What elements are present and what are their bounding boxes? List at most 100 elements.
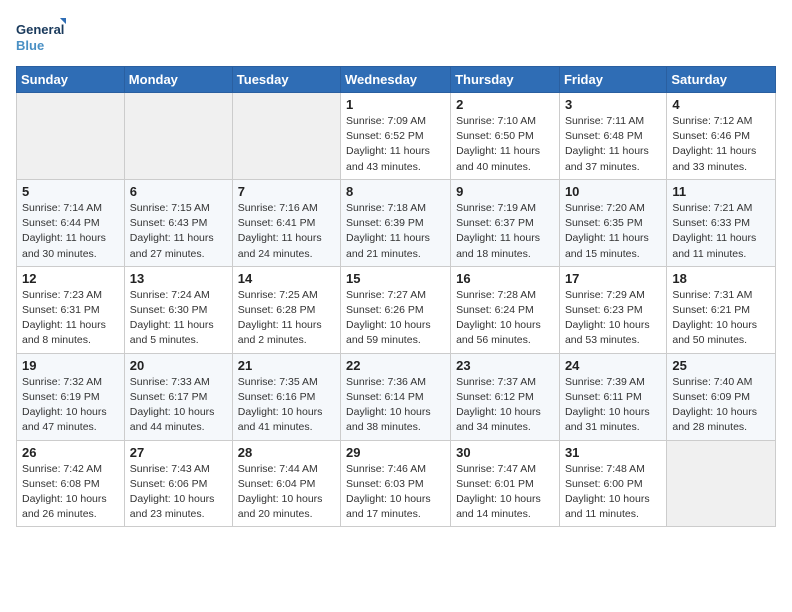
day-info: Sunrise: 7:28 AMSunset: 6:24 PMDaylight:… xyxy=(456,288,554,349)
svg-text:General: General xyxy=(16,22,64,37)
day-info: Sunrise: 7:27 AMSunset: 6:26 PMDaylight:… xyxy=(346,288,445,349)
logo: General Blue xyxy=(16,16,66,56)
calendar-cell: 20Sunrise: 7:33 AMSunset: 6:17 PMDayligh… xyxy=(124,353,232,440)
day-info: Sunrise: 7:44 AMSunset: 6:04 PMDaylight:… xyxy=(238,462,335,523)
day-number: 30 xyxy=(456,445,554,460)
day-number: 13 xyxy=(130,271,227,286)
calendar-header-row: SundayMondayTuesdayWednesdayThursdayFrid… xyxy=(17,67,776,93)
day-number: 31 xyxy=(565,445,661,460)
day-info: Sunrise: 7:46 AMSunset: 6:03 PMDaylight:… xyxy=(346,462,445,523)
calendar-week-3: 12 Sunrise: 7:23 AMSunset: 6:31 PMDayligh… xyxy=(17,266,776,353)
day-number: 9 xyxy=(456,184,554,199)
calendar-cell: 31 Sunrise: 7:48 AMSunset: 6:00 PMDayligh… xyxy=(559,440,666,527)
day-number: 7 xyxy=(238,184,335,199)
calendar-table: SundayMondayTuesdayWednesdayThursdayFrid… xyxy=(16,66,776,527)
calendar-cell: 2 Sunrise: 7:10 AMSunset: 6:50 PMDaylight… xyxy=(451,93,560,180)
day-number: 15 xyxy=(346,271,445,286)
day-info: Sunrise: 7:12 AMSunset: 6:46 PMDaylight:… xyxy=(672,114,770,175)
day-number: 22 xyxy=(346,358,445,373)
calendar-cell: 16 Sunrise: 7:28 AMSunset: 6:24 PMDayligh… xyxy=(451,266,560,353)
day-info: Sunrise: 7:16 AMSunset: 6:41 PMDaylight:… xyxy=(238,201,335,262)
calendar-cell: 23 Sunrise: 7:37 AMSunset: 6:12 PMDayligh… xyxy=(451,353,560,440)
calendar-cell: 29 Sunrise: 7:46 AMSunset: 6:03 PMDayligh… xyxy=(341,440,451,527)
calendar-cell: 27 Sunrise: 7:43 AMSunset: 6:06 PMDayligh… xyxy=(124,440,232,527)
calendar-cell: 12 Sunrise: 7:23 AMSunset: 6:31 PMDayligh… xyxy=(17,266,125,353)
calendar-cell xyxy=(667,440,776,527)
day-number: 2 xyxy=(456,97,554,112)
day-info: Sunrise: 7:33 AMSunset: 6:17 PMDaylight:… xyxy=(130,375,227,436)
calendar-header-wednesday: Wednesday xyxy=(341,67,451,93)
day-number: 24 xyxy=(565,358,661,373)
day-info: Sunrise: 7:18 AMSunset: 6:39 PMDaylight:… xyxy=(346,201,445,262)
calendar-cell: 8 Sunrise: 7:18 AMSunset: 6:39 PMDaylight… xyxy=(341,179,451,266)
calendar-week-1: 1Sunrise: 7:09 AMSunset: 6:52 PMDaylight… xyxy=(17,93,776,180)
day-number: 27 xyxy=(130,445,227,460)
calendar-cell: 17 Sunrise: 7:29 AMSunset: 6:23 PMDayligh… xyxy=(559,266,666,353)
day-info: Sunrise: 7:24 AMSunset: 6:30 PMDaylight:… xyxy=(130,288,227,349)
day-info: Sunrise: 7:09 AMSunset: 6:52 PMDaylight:… xyxy=(346,114,445,175)
day-info: Sunrise: 7:32 AMSunset: 6:19 PMDaylight:… xyxy=(22,375,119,436)
calendar-header-sunday: Sunday xyxy=(17,67,125,93)
day-number: 14 xyxy=(238,271,335,286)
day-number: 5 xyxy=(22,184,119,199)
day-info: Sunrise: 7:10 AMSunset: 6:50 PMDaylight:… xyxy=(456,114,554,175)
day-number: 18 xyxy=(672,271,770,286)
calendar-cell: 24Sunrise: 7:39 AMSunset: 6:11 PMDayligh… xyxy=(559,353,666,440)
day-number: 19 xyxy=(22,358,119,373)
day-info: Sunrise: 7:42 AMSunset: 6:08 PMDaylight:… xyxy=(22,462,119,523)
calendar-cell xyxy=(124,93,232,180)
calendar-cell: 13 Sunrise: 7:24 AMSunset: 6:30 PMDayligh… xyxy=(124,266,232,353)
logo-svg: General Blue xyxy=(16,16,66,56)
calendar-week-4: 19 Sunrise: 7:32 AMSunset: 6:19 PMDayligh… xyxy=(17,353,776,440)
svg-text:Blue: Blue xyxy=(16,38,44,53)
day-info: Sunrise: 7:29 AMSunset: 6:23 PMDaylight:… xyxy=(565,288,661,349)
day-info: Sunrise: 7:11 AMSunset: 6:48 PMDaylight:… xyxy=(565,114,661,175)
day-info: Sunrise: 7:14 AMSunset: 6:44 PMDaylight:… xyxy=(22,201,119,262)
day-number: 12 xyxy=(22,271,119,286)
day-info: Sunrise: 7:48 AMSunset: 6:00 PMDaylight:… xyxy=(565,462,661,523)
calendar-cell: 11Sunrise: 7:21 AMSunset: 6:33 PMDayligh… xyxy=(667,179,776,266)
day-info: Sunrise: 7:36 AMSunset: 6:14 PMDaylight:… xyxy=(346,375,445,436)
day-info: Sunrise: 7:20 AMSunset: 6:35 PMDaylight:… xyxy=(565,201,661,262)
day-info: Sunrise: 7:35 AMSunset: 6:16 PMDaylight:… xyxy=(238,375,335,436)
calendar-cell: 30Sunrise: 7:47 AMSunset: 6:01 PMDayligh… xyxy=(451,440,560,527)
day-info: Sunrise: 7:31 AMSunset: 6:21 PMDaylight:… xyxy=(672,288,770,349)
day-number: 25 xyxy=(672,358,770,373)
day-number: 10 xyxy=(565,184,661,199)
day-info: Sunrise: 7:37 AMSunset: 6:12 PMDaylight:… xyxy=(456,375,554,436)
calendar-cell: 5 Sunrise: 7:14 AMSunset: 6:44 PMDaylight… xyxy=(17,179,125,266)
calendar-cell: 3 Sunrise: 7:11 AMSunset: 6:48 PMDaylight… xyxy=(559,93,666,180)
day-number: 26 xyxy=(22,445,119,460)
calendar-header-friday: Friday xyxy=(559,67,666,93)
calendar-cell: 1Sunrise: 7:09 AMSunset: 6:52 PMDaylight… xyxy=(341,93,451,180)
day-number: 8 xyxy=(346,184,445,199)
day-info: Sunrise: 7:21 AMSunset: 6:33 PMDaylight:… xyxy=(672,201,770,262)
day-info: Sunrise: 7:15 AMSunset: 6:43 PMDaylight:… xyxy=(130,201,227,262)
day-number: 6 xyxy=(130,184,227,199)
day-info: Sunrise: 7:19 AMSunset: 6:37 PMDaylight:… xyxy=(456,201,554,262)
calendar-cell: 7 Sunrise: 7:16 AMSunset: 6:41 PMDaylight… xyxy=(232,179,340,266)
day-number: 23 xyxy=(456,358,554,373)
day-number: 3 xyxy=(565,97,661,112)
calendar-cell: 15 Sunrise: 7:27 AMSunset: 6:26 PMDayligh… xyxy=(341,266,451,353)
calendar-cell: 9 Sunrise: 7:19 AMSunset: 6:37 PMDaylight… xyxy=(451,179,560,266)
calendar-cell: 18 Sunrise: 7:31 AMSunset: 6:21 PMDayligh… xyxy=(667,266,776,353)
header: General Blue xyxy=(16,16,776,56)
calendar-cell: 6 Sunrise: 7:15 AMSunset: 6:43 PMDaylight… xyxy=(124,179,232,266)
day-info: Sunrise: 7:23 AMSunset: 6:31 PMDaylight:… xyxy=(22,288,119,349)
calendar-cell: 26 Sunrise: 7:42 AMSunset: 6:08 PMDayligh… xyxy=(17,440,125,527)
calendar-cell: 14 Sunrise: 7:25 AMSunset: 6:28 PMDayligh… xyxy=(232,266,340,353)
day-info: Sunrise: 7:25 AMSunset: 6:28 PMDaylight:… xyxy=(238,288,335,349)
calendar-cell xyxy=(17,93,125,180)
day-number: 16 xyxy=(456,271,554,286)
calendar-cell xyxy=(232,93,340,180)
day-number: 17 xyxy=(565,271,661,286)
day-info: Sunrise: 7:40 AMSunset: 6:09 PMDaylight:… xyxy=(672,375,770,436)
calendar-cell: 21Sunrise: 7:35 AMSunset: 6:16 PMDayligh… xyxy=(232,353,340,440)
calendar-cell: 25 Sunrise: 7:40 AMSunset: 6:09 PMDayligh… xyxy=(667,353,776,440)
page: General Blue SundayMondayTuesdayWednesda… xyxy=(0,0,792,543)
day-info: Sunrise: 7:43 AMSunset: 6:06 PMDaylight:… xyxy=(130,462,227,523)
day-number: 29 xyxy=(346,445,445,460)
calendar-cell: 28Sunrise: 7:44 AMSunset: 6:04 PMDayligh… xyxy=(232,440,340,527)
calendar-cell: 19 Sunrise: 7:32 AMSunset: 6:19 PMDayligh… xyxy=(17,353,125,440)
